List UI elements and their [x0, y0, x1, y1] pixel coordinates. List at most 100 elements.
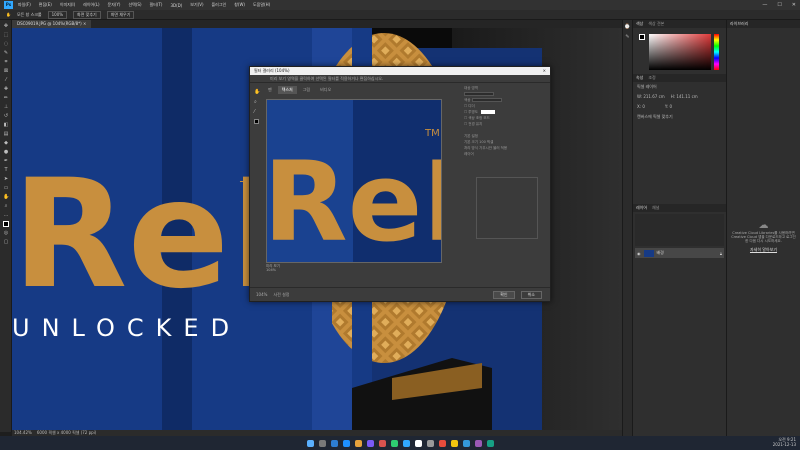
pen-tool-icon[interactable]: ✒	[3, 158, 9, 164]
color-field[interactable]	[649, 34, 711, 70]
taskbar-app-icon[interactable]	[378, 439, 386, 447]
tab-color[interactable]: 색상	[636, 20, 643, 28]
document-tab[interactable]: DSC09019.JPG @ 104%(RGB/8*) ×	[12, 20, 92, 28]
tab-swatches[interactable]: 색상 견본	[648, 20, 664, 28]
color-preview[interactable]	[481, 110, 496, 114]
dialog-zoom-icon[interactable]: ⌕	[254, 99, 260, 105]
taskbar-app-icon[interactable]	[390, 439, 398, 447]
color-select[interactable]	[471, 98, 502, 102]
dim-value[interactable]: 100 픽셀	[479, 140, 493, 144]
zoom-readout[interactable]: 104.42%	[14, 430, 32, 435]
menu-filter[interactable]: 필터(T)	[150, 2, 163, 8]
dialog-preview[interactable]: ReRe TM	[266, 99, 442, 263]
taskbar-app-icon[interactable]	[474, 439, 482, 447]
path-select-icon[interactable]: ➤	[3, 176, 9, 182]
start-button-icon[interactable]	[306, 439, 314, 447]
marquee-tool-icon[interactable]: ⬚	[3, 32, 9, 38]
menu-file[interactable]: 파일(F)	[18, 2, 31, 8]
footer-zoom[interactable]: 104%	[256, 292, 267, 297]
foreground-color-swatch[interactable]	[639, 34, 645, 40]
eraser-tool-icon[interactable]: ◧	[3, 122, 9, 128]
height-value[interactable]: H: 141.11 cm	[671, 94, 698, 100]
align-pixels-label[interactable]: 캔버스에 픽셀 맞추기	[633, 112, 726, 122]
cancel-button[interactable]: 취소	[520, 290, 542, 299]
fit-screen-button[interactable]: 화면 맞추기	[73, 10, 101, 19]
dialog-close-button[interactable]: ✕	[543, 67, 546, 75]
tray-date[interactable]: 2021-12-13	[773, 442, 796, 447]
type-tool-icon[interactable]: T	[3, 167, 9, 173]
lasso-tool-icon[interactable]: ◌	[3, 41, 9, 47]
dialog-tab-4[interactable]: 비디오	[316, 86, 335, 94]
color-swatches-icon[interactable]	[3, 221, 9, 227]
menu-select[interactable]: 선택(S)	[128, 2, 141, 8]
maximize-button[interactable]: ☐	[777, 0, 781, 10]
brush-tool-icon[interactable]: ✏	[3, 95, 9, 101]
taskbar-app-icon[interactable]	[342, 439, 350, 447]
shape-tool-icon[interactable]: ▭	[3, 185, 9, 191]
effect-layers-list[interactable]	[476, 177, 538, 239]
minimize-button[interactable]: —	[762, 0, 767, 10]
taskbar-app-icon[interactable]	[366, 439, 374, 447]
taskbar-app-icon[interactable]	[402, 439, 410, 447]
crop-tool-icon[interactable]: ⌗	[3, 59, 9, 65]
taskbar-app-icon[interactable]	[426, 439, 434, 447]
blur-tool-icon[interactable]: ◆	[3, 140, 9, 146]
taskbar-app-icon[interactable]	[354, 439, 362, 447]
dialog-tab-1[interactable]: 펜	[264, 86, 276, 94]
menu-type[interactable]: 문자(Y)	[108, 2, 121, 8]
hand-tool-icon[interactable]: ✋	[3, 194, 9, 200]
dialog-swatch-icon[interactable]	[254, 119, 259, 124]
width-value[interactable]: W: 211.67 cm	[637, 94, 665, 100]
menu-3d[interactable]: 3D(D)	[170, 3, 182, 8]
ok-button[interactable]: 확인	[493, 290, 515, 299]
menu-plugins[interactable]: 플러그인	[212, 2, 227, 8]
preset-label[interactable]: 사전 설정	[273, 292, 289, 298]
hue-slider[interactable]	[714, 34, 719, 70]
method-value[interactable]: 가우시안 블러 적용	[479, 146, 507, 150]
layer-row[interactable]: ◉ 배경 🔒︎	[635, 248, 724, 258]
more-tools-icon[interactable]: …	[3, 212, 9, 218]
dialog-tab-3[interactable]: 그림	[299, 86, 314, 94]
taskbar-app-icon[interactable]	[330, 439, 338, 447]
dialog-hand-icon[interactable]: ✋	[254, 89, 260, 95]
menu-image[interactable]: 이미지(I)	[60, 2, 75, 8]
taskbar-app-icon[interactable]	[450, 439, 458, 447]
eyedropper-tool-icon[interactable]: ⁄	[3, 77, 9, 83]
brush-panel-icon[interactable]: ✎	[623, 34, 632, 40]
fill-screen-button[interactable]: 화면 채우기	[106, 10, 135, 19]
x-value[interactable]: X: 0	[637, 104, 645, 110]
tab-libraries[interactable]: 라이브러리	[730, 20, 748, 28]
taskbar-app-icon[interactable]	[486, 439, 494, 447]
tab-properties[interactable]: 속성	[636, 74, 643, 82]
tab-channels[interactable]: 채널	[652, 204, 659, 212]
zoom-100-button[interactable]: 100%	[47, 10, 68, 19]
eye-icon[interactable]: ◉	[637, 251, 641, 256]
scroll-all-checkbox[interactable]: 모든 창 스크롤	[17, 12, 42, 18]
quick-select-tool-icon[interactable]: ✎	[3, 50, 9, 56]
zoom-tool-icon[interactable]: ⌕	[3, 203, 9, 209]
history-panel-icon[interactable]: ⌚	[623, 24, 632, 30]
menu-window[interactable]: 창(W)	[234, 2, 245, 8]
frame-tool-icon[interactable]: ⊠	[3, 68, 9, 74]
menu-help[interactable]: 도움말(H)	[253, 2, 270, 8]
tab-close-icon[interactable]: ×	[83, 21, 86, 26]
tab-adjustments[interactable]: 조정	[648, 74, 655, 82]
dialog-tab-2[interactable]: 텍스처	[277, 86, 297, 94]
healing-tool-icon[interactable]: ✚	[3, 86, 9, 92]
dodge-tool-icon[interactable]: ●	[3, 149, 9, 155]
taskbar-app-icon[interactable]	[414, 439, 422, 447]
menu-layer[interactable]: 레이어(L)	[83, 2, 99, 8]
tab-layers[interactable]: 레이어	[636, 204, 647, 212]
stamp-tool-icon[interactable]: ⊥	[3, 104, 9, 110]
screen-mode-icon[interactable]: ▢	[3, 239, 9, 245]
taskbar-app-icon[interactable]	[462, 439, 470, 447]
move-tool-icon[interactable]: ✥	[3, 23, 9, 29]
y-value[interactable]: Y: 0	[665, 104, 672, 110]
menu-view[interactable]: 보기(V)	[190, 2, 203, 8]
gradient-tool-icon[interactable]: ▤	[3, 131, 9, 137]
color-picker[interactable]	[633, 28, 726, 74]
taskbar-app-icon[interactable]	[318, 439, 326, 447]
dialog-eyedropper-icon[interactable]: ⁄	[254, 109, 260, 115]
quick-mask-icon[interactable]: ◎	[3, 230, 9, 236]
menu-edit[interactable]: 편집(E)	[39, 2, 52, 8]
